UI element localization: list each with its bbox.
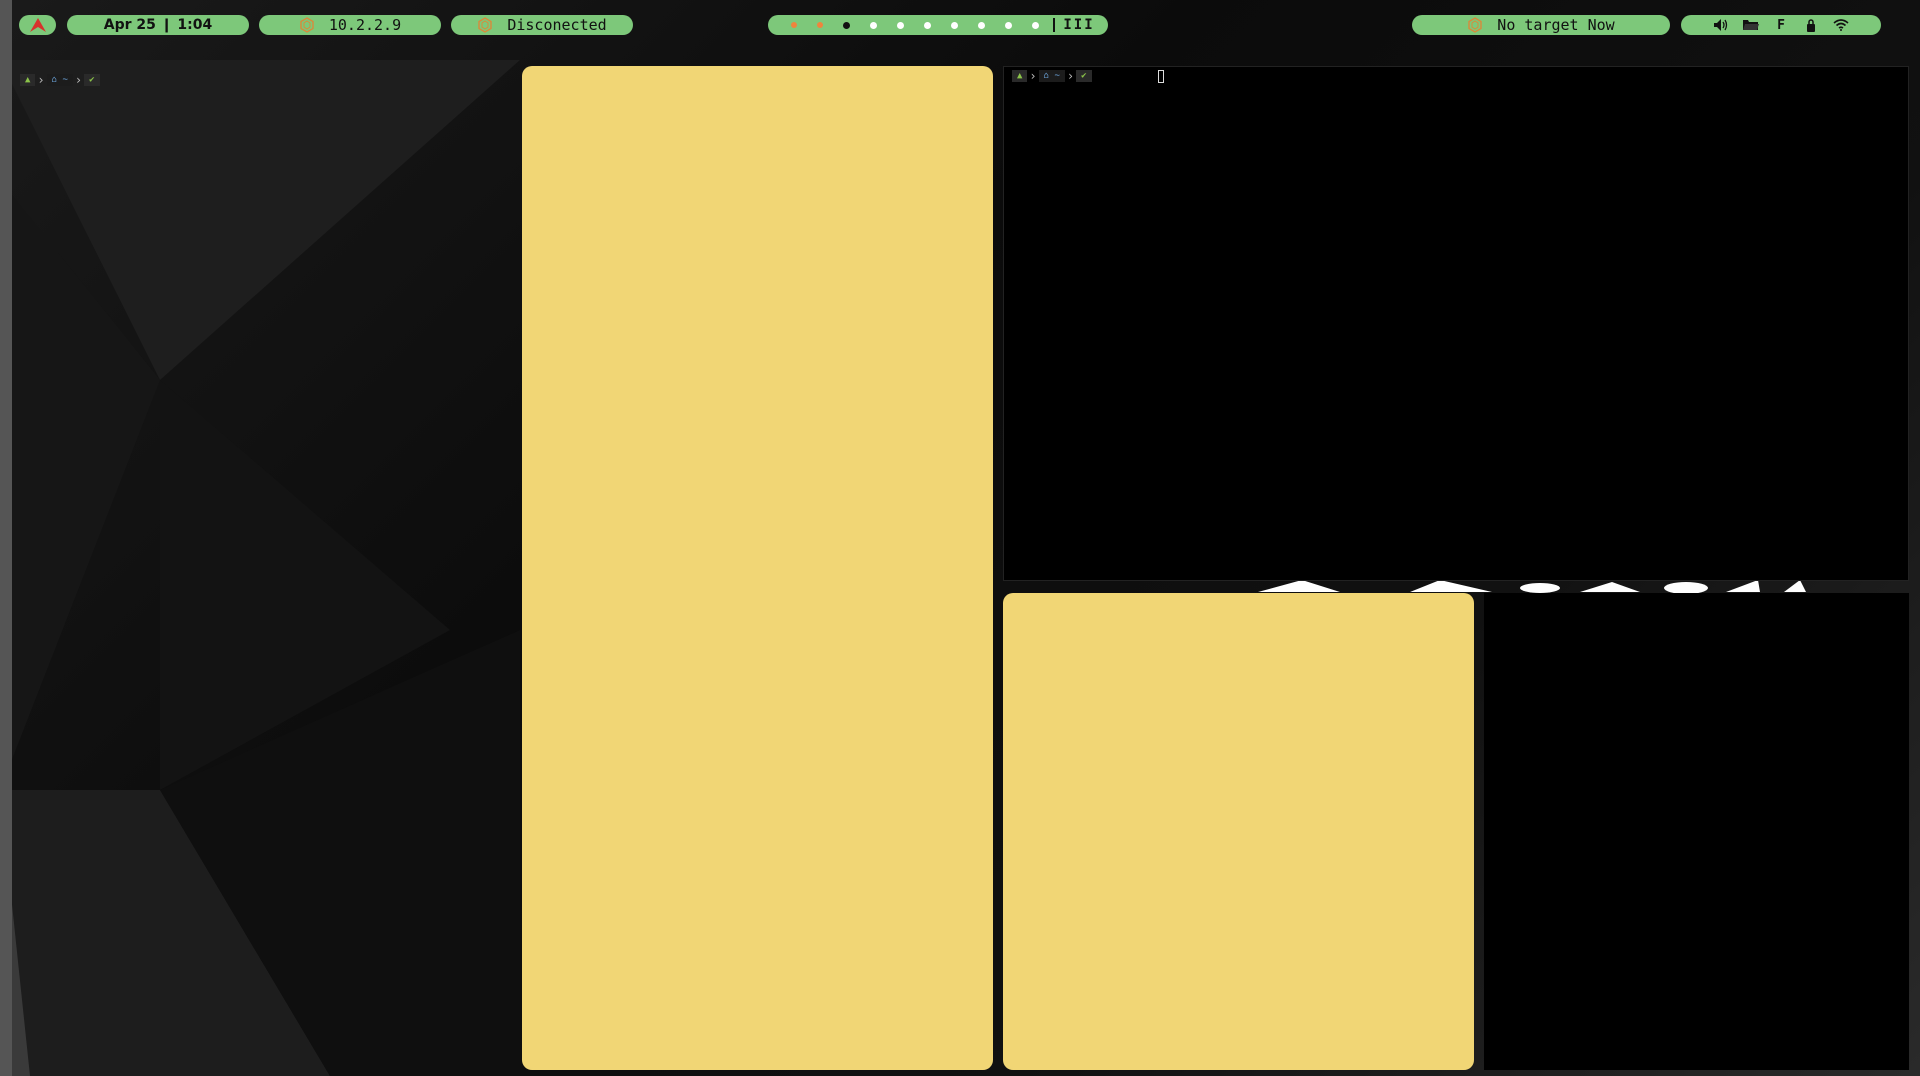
datetime-label: Apr 25 ❙ 1:04 [103, 17, 213, 33]
hexagon-icon [478, 17, 493, 33]
workspace-separator [1053, 18, 1056, 32]
folder-icon[interactable] [1743, 18, 1759, 32]
hexagon-icon [300, 17, 314, 33]
chevron-right-icon: › [74, 73, 83, 87]
workspace-6[interactable] [924, 21, 932, 29]
desktop: Apr 25 ❙ 1:04 10.2.2.9 Disconected III N… [0, 0, 1920, 1076]
check-icon: ✔ [1076, 70, 1092, 82]
ip-address: 10.2.2.9 [328, 16, 402, 34]
prompt-arch-segment: ▲ [20, 74, 36, 86]
workspace-3-active[interactable] [843, 21, 851, 29]
left-terminal-prompt: ▲ › ⌂ ~ › ✔ [20, 73, 100, 87]
right-terminal-prompt: ▲ › ⌂ ~ › ✔ [1012, 69, 1092, 83]
check-icon: ✔ [84, 74, 100, 86]
system-tray: F [1681, 15, 1881, 35]
wifi-icon[interactable] [1833, 18, 1849, 32]
arch-logo-icon [29, 18, 46, 32]
workspace-9[interactable] [1005, 21, 1013, 29]
workspace-7[interactable] [951, 21, 959, 29]
launcher-button[interactable] [19, 15, 56, 35]
right-yellow-window[interactable] [1003, 593, 1474, 1070]
keyboard-layout[interactable]: F [1773, 18, 1789, 33]
chevron-right-icon: › [1066, 69, 1075, 83]
right-terminal-window[interactable]: ▲ › ⌂ ~ › ✔ [1003, 66, 1909, 581]
terminal-cursor [1158, 70, 1164, 83]
prompt-home-segment: ⌂ ~ [46, 74, 73, 86]
datetime-widget[interactable]: Apr 25 ❙ 1:04 [67, 15, 249, 35]
vpn-status: Disconected [507, 16, 607, 34]
volume-icon[interactable] [1713, 18, 1729, 32]
vpn-widget[interactable]: Disconected [451, 15, 633, 35]
hexagon-icon [1468, 17, 1482, 33]
workspace-5[interactable] [897, 21, 905, 29]
left-yellow-window[interactable] [522, 66, 993, 1070]
workspace-8[interactable] [978, 21, 986, 29]
bottom-right-terminal-window[interactable] [1484, 593, 1909, 1070]
prompt-arch-segment: ▲ [1012, 70, 1028, 82]
workspace-10[interactable] [1032, 21, 1040, 29]
chevron-right-icon: › [1029, 69, 1037, 83]
prompt-home-label: ~ [1054, 71, 1060, 81]
ip-widget[interactable]: 10.2.2.9 [259, 15, 441, 35]
left-terminal-window[interactable]: ▲ › ⌂ ~ › ✔ [12, 68, 522, 1070]
target-label: No target Now [1497, 16, 1615, 34]
layout-indicator[interactable]: III [1063, 17, 1094, 33]
lock-icon[interactable] [1803, 18, 1819, 32]
target-widget[interactable]: No target Now [1412, 15, 1670, 35]
workspace-switcher[interactable]: III [768, 15, 1108, 35]
workspace-4[interactable] [870, 21, 878, 29]
workspace-1[interactable] [791, 22, 798, 28]
chevron-right-icon: › [37, 73, 45, 87]
prompt-home-segment: ⌂ ~ [1038, 70, 1065, 82]
prompt-home-label: ~ [62, 75, 68, 85]
workspace-2[interactable] [817, 22, 824, 28]
